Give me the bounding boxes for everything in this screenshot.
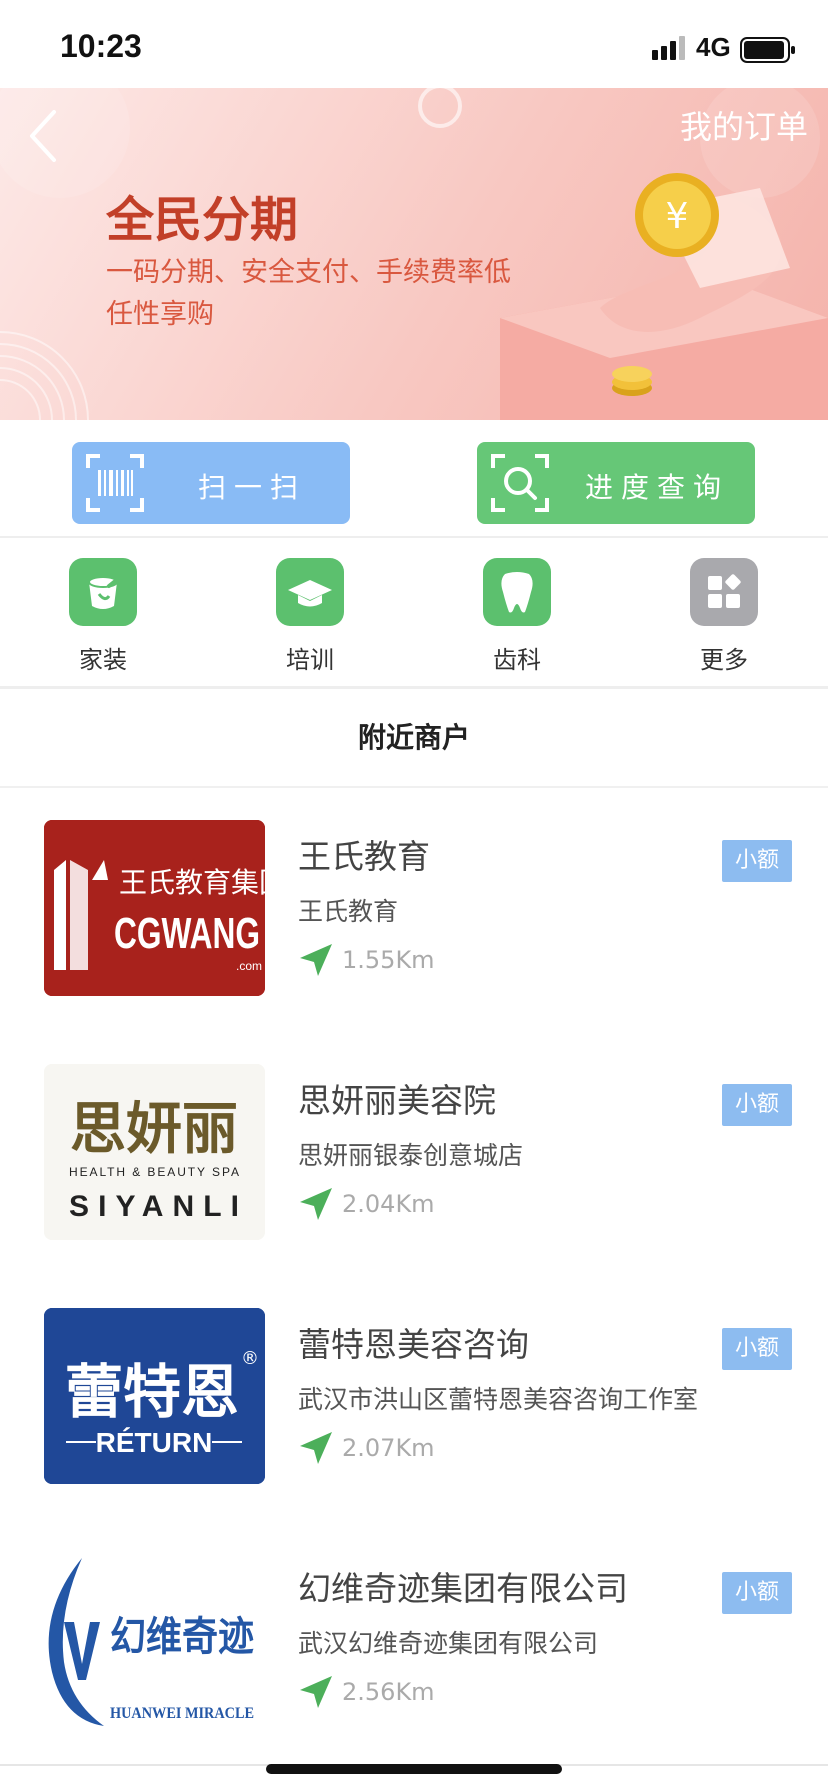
location-arrow-icon (300, 944, 332, 976)
location-arrow-icon (300, 1432, 332, 1464)
merchant-branch: 王氏教育 (298, 897, 399, 926)
home-indicator[interactable] (266, 1764, 562, 1774)
category-row: 家装 培训 齿科 更多 (0, 538, 828, 689)
status-bar: 10:23 4G (0, 0, 828, 88)
progress-query-button[interactable]: 进度查询 (477, 442, 755, 524)
merchant-distance: 1.55Km (342, 946, 435, 974)
category-home-decoration[interactable]: 家装 (48, 558, 158, 678)
chevron-left-icon[interactable] (24, 104, 64, 168)
category-dental[interactable]: 齿科 (462, 558, 572, 678)
category-label: 齿科 (493, 646, 541, 674)
category-label: 更多 (700, 646, 748, 674)
svg-text:王氏教育集团: 王氏教育集团 (119, 866, 265, 899)
banner-title: 全民分期 (106, 192, 299, 248)
search-magnifier-icon (491, 454, 549, 512)
merchant-name: 王氏教育 (298, 837, 430, 876)
merchant-branch: 武汉市洪山区蕾特恩美容咨询工作室 (298, 1385, 699, 1414)
small-amount-badge: 小额 (722, 1084, 792, 1126)
merchant-logo: 王氏教育集团 CGWANG .com (44, 820, 265, 996)
merchant-name: 蕾特恩美容咨询 (298, 1325, 529, 1364)
merchant-distance: 2.56Km (342, 1678, 435, 1706)
my-orders-link[interactable]: 我的订单 (680, 102, 808, 148)
scan-label: 扫一扫 (197, 471, 306, 504)
category-training[interactable]: 培训 (255, 558, 365, 678)
location-arrow-icon (300, 1188, 332, 1220)
tooth-icon (483, 558, 551, 626)
merchant-logo: 思妍丽 HEALTH & BEAUTY SPA SIYANLI (44, 1064, 265, 1240)
category-label: 家装 (79, 646, 127, 674)
location-arrow-icon (300, 1676, 332, 1708)
merchant-name: 幻维奇迹集团有限公司 (298, 1569, 628, 1608)
merchant-item[interactable]: 蕾特恩 ® RÉTURN 蕾特恩美容咨询 武汉市洪山区蕾特恩美容咨询工作室 2.… (0, 1276, 828, 1522)
grid-more-icon (690, 558, 758, 626)
svg-text:RÉTURN: RÉTURN (96, 1427, 213, 1458)
svg-text:HEALTH & BEAUTY SPA: HEALTH & BEAUTY SPA (69, 1165, 239, 1179)
category-more[interactable]: 更多 (669, 558, 779, 678)
barcode-scan-icon (86, 454, 144, 512)
merchant-distance: 2.04Km (342, 1190, 435, 1218)
banner-subtitle: 一码分期、安全支付、手续费率低 (106, 257, 511, 288)
svg-text:HUANWEI MIRACLE: HUANWEI MIRACLE (110, 1705, 254, 1722)
merchant-logo: 蕾特恩 ® RÉTURN (44, 1308, 265, 1484)
status-time: 10:23 (60, 28, 142, 64)
network-label: 4G (696, 32, 731, 62)
svg-text:幻维奇迹: 幻维奇迹 (110, 1613, 254, 1660)
scan-button[interactable]: 扫一扫 (72, 442, 350, 524)
battery-icon (740, 37, 795, 63)
merchant-name: 思妍丽美容院 (298, 1081, 496, 1120)
paint-bucket-icon (69, 558, 137, 626)
small-amount-badge: 小额 (722, 1328, 792, 1370)
merchant-item[interactable]: 幻维奇迹 HUANWEI MIRACLE 幻维奇迹集团有限公司 武汉幻维奇迹集团… (0, 1520, 828, 1766)
merchant-distance: 2.07Km (342, 1434, 435, 1462)
svg-text:蕾特恩: 蕾特恩 (65, 1358, 239, 1426)
progress-query-label: 进度查询 (584, 471, 729, 504)
svg-text:¥: ¥ (666, 196, 689, 237)
category-label: 培训 (286, 646, 334, 674)
merchant-branch: 思妍丽银泰创意城店 (298, 1141, 524, 1170)
merchant-item[interactable]: 王氏教育集团 CGWANG .com 王氏教育 王氏教育 1.55Km 小额 (0, 788, 828, 1034)
svg-text:CGWANG: CGWANG (114, 909, 260, 958)
graduation-cap-icon (276, 558, 344, 626)
promo-banner[interactable]: ¥ 我的订单 全民分期 一码分期、安全支付、手续费率低 任性享购 (0, 88, 828, 420)
banner-subtitle-2: 任性享购 (106, 299, 214, 330)
svg-text:.com: .com (236, 959, 262, 973)
merchant-item[interactable]: 思妍丽 HEALTH & BEAUTY SPA SIYANLI 思妍丽美容院 思… (0, 1032, 828, 1278)
nearby-merchants-title: 附近商户 (0, 690, 828, 788)
small-amount-badge: 小额 (722, 840, 792, 882)
svg-text:®: ® (241, 1348, 259, 1369)
coin-icon: ¥ (635, 173, 719, 257)
signal-icon (652, 36, 685, 60)
svg-text:思妍丽: 思妍丽 (70, 1096, 238, 1162)
action-buttons: 扫一扫 进度查询 (0, 420, 828, 538)
merchant-logo: 幻维奇迹 HUANWEI MIRACLE (44, 1552, 265, 1728)
small-amount-badge: 小额 (722, 1572, 792, 1614)
merchant-branch: 武汉幻维奇迹集团有限公司 (298, 1629, 599, 1658)
